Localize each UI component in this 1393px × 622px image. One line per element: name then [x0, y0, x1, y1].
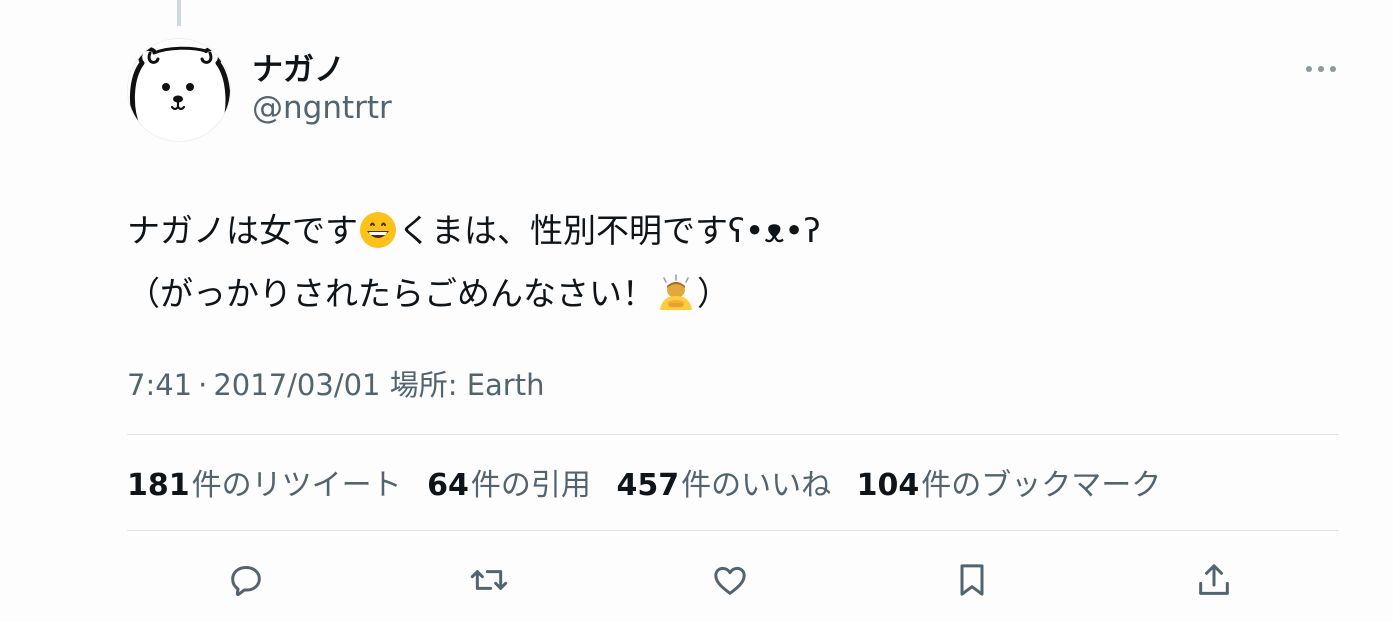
tweet-date[interactable]: 2017/03/01 — [213, 368, 380, 402]
divider-top — [127, 434, 1339, 435]
grinning-face-emoji-icon — [359, 210, 397, 266]
retweet-icon — [470, 570, 508, 590]
like-count: 457 — [616, 468, 680, 503]
like-label: 件のいいね — [681, 468, 832, 503]
share-button[interactable] — [1190, 556, 1238, 604]
author-display-name[interactable]: ナガノ — [252, 44, 345, 89]
tweet-metadata: 7:41 · 2017/03/01 場所: Earth — [127, 362, 544, 404]
bear-kaomoji: ʕ•ᴥ•ʔ — [728, 211, 821, 250]
quote-count: 64 — [427, 468, 469, 503]
more-dots-icon — [1306, 66, 1336, 72]
divider-bottom — [127, 530, 1339, 531]
tweet-text-line-2: （がっかりされたらごめんなさい！ ） — [127, 266, 1327, 329]
bookmark-button[interactable] — [948, 556, 996, 604]
tweet-text-segment: くまは、性別不明です — [398, 211, 728, 250]
bear-face-icon — [129, 46, 230, 130]
stat-quotes[interactable]: 64件の引用 — [427, 460, 591, 504]
tweet-time[interactable]: 7:41 — [127, 368, 192, 402]
reply-button[interactable] — [222, 556, 270, 604]
stat-retweets[interactable]: 181件のリツイート — [127, 460, 402, 504]
tweet-text-segment: （がっかりされたらごめんなさい！ — [127, 274, 655, 313]
reply-icon — [231, 566, 261, 597]
bookmark-icon — [960, 564, 984, 596]
retweet-count: 181 — [127, 468, 190, 503]
stat-bookmarks[interactable]: 104件のブックマーク — [857, 460, 1162, 504]
meta-separator: · — [198, 368, 208, 402]
person-bowing-emoji-icon — [656, 272, 696, 329]
stat-likes[interactable]: 457件のいいね — [616, 460, 831, 504]
author-handle[interactable]: @ngntrtr — [252, 90, 392, 126]
bookmark-label: 件のブックマーク — [921, 468, 1162, 503]
quote-label: 件の引用 — [470, 468, 591, 503]
more-options-button[interactable] — [1300, 56, 1342, 82]
avatar[interactable] — [127, 38, 231, 142]
thread-connector-line — [177, 0, 181, 26]
engagement-stats: 181件のリツイート 64件の引用 457件のいいね 104件のブックマーク — [127, 460, 1177, 504]
action-bar — [0, 556, 1393, 604]
tweet-text: ナガノは女です くまは、性別不明ですʕ•ᴥ•ʔ （がっかりされたらごめんなさい！… — [127, 203, 1327, 329]
share-icon — [1199, 564, 1229, 595]
bookmark-count: 104 — [856, 468, 920, 503]
tweet-text-segment: ナガノは女です — [127, 211, 358, 250]
retweet-button[interactable] — [465, 556, 513, 604]
tweet-text-line-1: ナガノは女です くまは、性別不明ですʕ•ᴥ•ʔ — [127, 203, 1327, 266]
like-icon — [714, 566, 746, 595]
tweet-text-segment: ） — [697, 274, 730, 313]
like-button[interactable] — [706, 556, 754, 604]
retweet-label: 件のリツイート — [191, 468, 402, 503]
tweet-location[interactable]: 場所: Earth — [390, 368, 545, 402]
